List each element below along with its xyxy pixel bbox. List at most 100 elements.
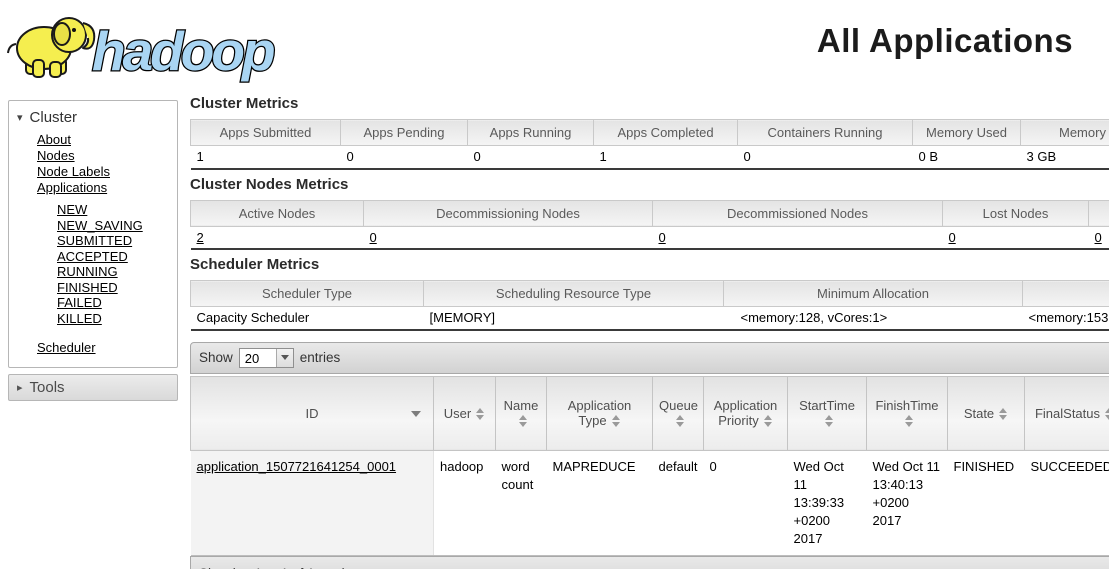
cell-finishtime: Wed Oct 11 13:40:13 +0200 2017 xyxy=(867,450,948,556)
cell-name: word count xyxy=(496,450,547,556)
metric-value-containers-running: 0 xyxy=(738,146,913,169)
sidebar-item-accepted[interactable]: ACCEPTED xyxy=(57,249,177,265)
show-label: Show xyxy=(199,350,233,365)
metric-header-decommissioned-nodes: Decommissioned Nodes xyxy=(653,200,943,226)
col-header-state[interactable]: State xyxy=(948,376,1025,450)
sort-both-icon xyxy=(999,408,1008,420)
sidebar-item-new[interactable]: NEW xyxy=(57,202,177,218)
cell-state: FINISHED xyxy=(948,450,1025,556)
scheduler-metrics-title: Scheduler Metrics xyxy=(190,256,1109,273)
application-row: application_1507721641254_0001 hadoop wo… xyxy=(191,450,1109,556)
elephant-icon xyxy=(8,18,94,77)
metric-header-memory-used: Memory Used xyxy=(913,120,1021,146)
sort-both-icon xyxy=(905,415,914,427)
metric-header-scheduler-type: Scheduler Type xyxy=(191,281,424,307)
col-header-type-label: Application Type xyxy=(568,398,632,428)
cluster-nav-box: ▾ Cluster About Nodes Node Labels Applic… xyxy=(8,100,178,368)
sidebar: ▾ Cluster About Nodes Node Labels Applic… xyxy=(8,100,178,401)
metric-header-maximum-allocation xyxy=(1023,281,1109,307)
sidebar-item-running[interactable]: RUNNING xyxy=(57,264,177,280)
cell-priority: 0 xyxy=(704,450,788,556)
page-size-select[interactable]: 20 xyxy=(239,348,294,368)
metric-value-apps-running: 0 xyxy=(468,146,594,169)
col-header-finalstatus-label: FinalStatus xyxy=(1035,406,1100,421)
metric-value-minimum-allocation: <memory:128, vCores:1> xyxy=(724,307,1023,330)
cluster-nodes-metrics-title: Cluster Nodes Metrics xyxy=(190,176,1109,193)
cluster-nodes-metrics-table: Active Nodes Decommissioning Nodes Decom… xyxy=(190,200,1109,251)
cell-queue: default xyxy=(653,450,704,556)
sidebar-item-new-saving[interactable]: NEW_SAVING xyxy=(57,218,177,234)
cluster-section-toggle[interactable]: ▾ Cluster xyxy=(9,106,177,132)
sidebar-item-scheduler[interactable]: Scheduler xyxy=(37,340,96,355)
col-header-queue-label: Queue xyxy=(659,398,698,413)
col-header-starttime[interactable]: StartTime xyxy=(788,376,867,450)
col-header-application-priority[interactable]: Application Priority xyxy=(704,376,788,450)
col-header-finishtime-label: FinishTime xyxy=(875,398,938,413)
select-arrow-icon xyxy=(276,349,293,367)
sidebar-item-node-labels[interactable]: Node Labels xyxy=(37,164,177,180)
metric-value-memory-used: 0 B xyxy=(913,146,1021,169)
caret-right-icon: ▸ xyxy=(17,381,23,394)
metric-header-unhealthy-nodes xyxy=(1089,200,1109,226)
sort-both-icon xyxy=(676,415,685,427)
metric-header-apps-completed: Apps Completed xyxy=(594,120,738,146)
sort-both-icon xyxy=(1105,408,1109,420)
metric-value-scheduling-resource-type: [MEMORY] xyxy=(424,307,724,330)
metric-header-decommissioning-nodes: Decommissioning Nodes xyxy=(364,200,653,226)
metric-header-containers-running: Containers Running xyxy=(738,120,913,146)
col-header-finalstatus[interactable]: FinalStatus xyxy=(1025,376,1109,450)
cell-finalstatus: SUCCEEDED xyxy=(1025,450,1109,556)
decommissioning-nodes-link[interactable]: 0 xyxy=(370,230,377,245)
col-header-state-label: State xyxy=(964,406,994,421)
elephant-eye xyxy=(72,28,76,32)
col-header-name[interactable]: Name xyxy=(496,376,547,450)
lost-nodes-link[interactable]: 0 xyxy=(949,230,956,245)
entries-label: entries xyxy=(300,350,341,365)
metric-header-scheduling-resource-type: Scheduling Resource Type xyxy=(424,281,724,307)
sidebar-item-finished[interactable]: FINISHED xyxy=(57,280,177,296)
sort-both-icon xyxy=(825,415,834,427)
col-header-id-label: ID xyxy=(306,406,319,421)
col-header-name-label: Name xyxy=(504,398,539,413)
sidebar-item-killed[interactable]: KILLED xyxy=(57,311,177,327)
metric-value-scheduler-type: Capacity Scheduler xyxy=(191,307,424,330)
cell-type: MAPREDUCE xyxy=(547,450,653,556)
sidebar-item-failed[interactable]: FAILED xyxy=(57,295,177,311)
logo-wordmark: hadoop xyxy=(92,20,274,82)
tools-section-toggle[interactable]: ▸ Tools xyxy=(8,374,178,401)
cell-id: application_1507721641254_0001 xyxy=(191,450,434,556)
active-nodes-link[interactable]: 2 xyxy=(197,230,204,245)
cluster-metrics-title: Cluster Metrics xyxy=(190,95,1109,112)
col-header-finishtime[interactable]: FinishTime xyxy=(867,376,948,450)
metric-header-active-nodes: Active Nodes xyxy=(191,200,364,226)
sort-desc-icon xyxy=(411,411,421,417)
col-header-id[interactable]: ID xyxy=(191,376,434,450)
cluster-section-label: Cluster xyxy=(30,109,78,126)
cluster-metrics-table: Apps Submitted Apps Pending Apps Running… xyxy=(190,119,1109,170)
sort-both-icon xyxy=(476,408,485,420)
col-header-user-label: User xyxy=(444,406,471,421)
hadoop-logo: hadoop xyxy=(6,8,316,84)
sidebar-item-applications[interactable]: Applications xyxy=(37,180,177,196)
decommissioned-nodes-link[interactable]: 0 xyxy=(659,230,666,245)
application-state-links: NEW NEW_SAVING SUBMITTED ACCEPTED RUNNIN… xyxy=(9,202,177,326)
metric-value-apps-submitted: 1 xyxy=(191,146,341,169)
col-header-queue[interactable]: Queue xyxy=(653,376,704,450)
caret-down-icon: ▾ xyxy=(17,111,23,124)
metric-header-minimum-allocation: Minimum Allocation xyxy=(724,281,1023,307)
tools-section-label: Tools xyxy=(30,379,65,396)
page-title: All Applications xyxy=(770,22,1109,60)
sort-both-icon xyxy=(519,415,528,427)
metric-value-maximum-allocation: <memory:153 xyxy=(1023,307,1109,330)
sidebar-item-about[interactable]: About xyxy=(37,132,177,148)
scheduler-metrics-table: Scheduler Type Scheduling Resource Type … xyxy=(190,280,1109,331)
col-header-user[interactable]: User xyxy=(434,376,496,450)
sidebar-item-submitted[interactable]: SUBMITTED xyxy=(57,233,177,249)
sidebar-item-nodes[interactable]: Nodes xyxy=(37,148,177,164)
cell-user: hadoop xyxy=(434,450,496,556)
col-header-application-type[interactable]: Application Type xyxy=(547,376,653,450)
unhealthy-nodes-link[interactable]: 0 xyxy=(1095,230,1102,245)
application-id-link[interactable]: application_1507721641254_0001 xyxy=(197,459,397,474)
metric-header-apps-pending: Apps Pending xyxy=(341,120,468,146)
metric-value-memory-total: 3 GB xyxy=(1021,146,1109,169)
